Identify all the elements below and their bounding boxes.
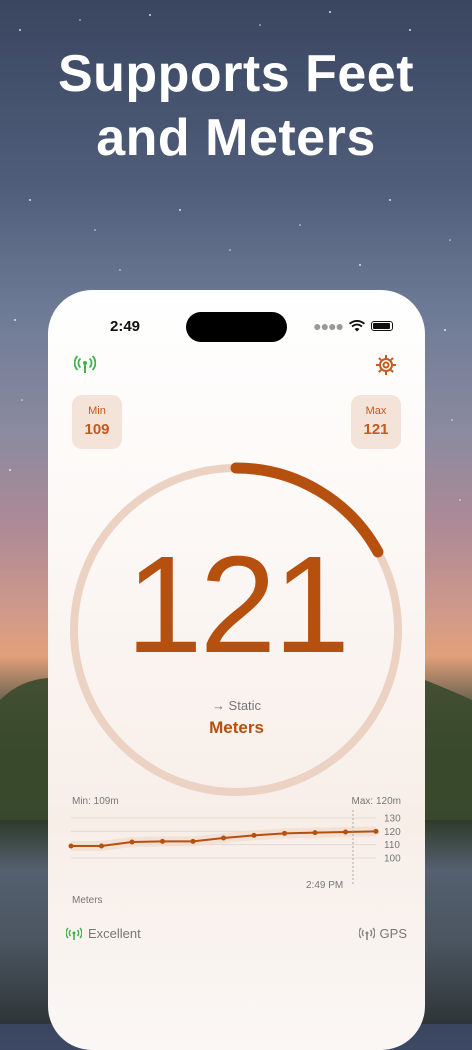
unit-label[interactable]: Meters	[48, 718, 425, 738]
chart-y-tick-label: 120	[384, 827, 401, 838]
cellular-dots-icon: ●●●●	[313, 318, 344, 334]
chart-data-point	[160, 838, 165, 844]
dynamic-island	[186, 312, 287, 342]
signal-quality-text: Excellent	[88, 926, 141, 941]
signal-antenna-icon[interactable]	[74, 354, 96, 376]
data-source-indicator: GPS	[358, 926, 407, 941]
signal-excellent-icon	[66, 927, 82, 940]
settings-gear-icon[interactable]	[375, 354, 397, 376]
min-altitude-badge: Min 109	[72, 395, 122, 449]
source-text: GPS	[379, 926, 407, 941]
chart-y-tick-label: 130	[384, 814, 401, 825]
trend-label: → Static	[211, 698, 262, 713]
chart-data-point	[68, 843, 74, 849]
status-icons: ●●●●	[313, 318, 393, 334]
chart-data-point	[129, 839, 135, 845]
current-altitude-value: 121	[125, 528, 350, 682]
headline-line-1: Supports Feet	[57, 45, 415, 103]
chart-y-tick-label: 110	[384, 840, 400, 851]
chart-min-label: Min: 109m	[72, 796, 119, 807]
min-value: 109	[84, 421, 110, 438]
chart-data-point	[312, 830, 318, 836]
max-value: 121	[363, 421, 389, 438]
max-label: Max	[365, 405, 387, 417]
altitude-history-chart: 130 120 110 100	[68, 810, 401, 885]
chart-data-point	[251, 832, 257, 838]
chart-max-label: Max: 120m	[351, 796, 401, 807]
gps-antenna-icon	[358, 927, 375, 940]
min-label: Min	[88, 405, 106, 417]
phone-screen: 2:49 ●●●● Min 109 Max 121 121 → Static M…	[48, 290, 425, 1050]
battery-icon	[371, 321, 393, 331]
max-altitude-badge: Max 121	[351, 395, 401, 449]
chart-data-point	[190, 838, 196, 844]
wifi-icon	[349, 320, 365, 332]
chart-unit-label: Meters	[72, 895, 103, 906]
chart-data-point	[99, 843, 104, 849]
status-time: 2:49	[110, 318, 141, 335]
chart-data-point	[221, 835, 226, 841]
signal-quality-indicator: Excellent	[66, 926, 141, 941]
chart-data-point	[373, 828, 379, 834]
headline-line-2: and Meters	[96, 109, 376, 167]
chart-data-point	[282, 830, 287, 836]
chart-time-label: 2:49 PM	[306, 880, 344, 891]
marketing-headline: Supports Feet and Meters	[0, 42, 472, 170]
chart-data-point	[343, 829, 348, 835]
chart-y-tick-label: 100	[384, 854, 401, 865]
